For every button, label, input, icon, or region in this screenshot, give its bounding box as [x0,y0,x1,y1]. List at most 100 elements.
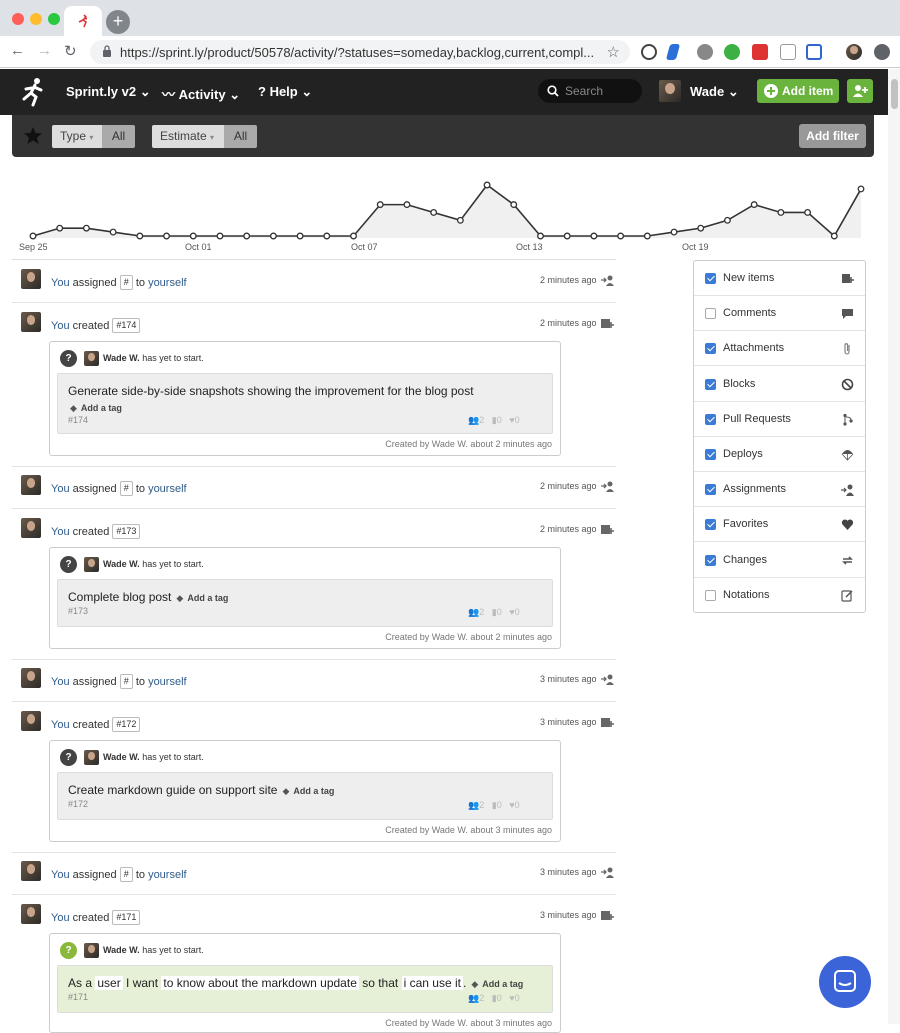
chart-point[interactable] [724,216,731,224]
search-input[interactable]: Search [538,79,642,103]
extension-info-icon[interactable] [641,44,657,60]
owner-avatar[interactable] [84,943,99,958]
item-card[interactable]: ? Wade W. has yet to start. As a user I … [49,933,561,1033]
chart-point[interactable] [163,232,170,240]
item-number-link[interactable]: # [119,481,133,496]
item-body[interactable]: Generate side-by-side snapshots showing … [57,373,553,434]
item-card[interactable]: ? Wade W. has yet to start. Create markd… [49,740,561,842]
sprintly-runner-logo-icon[interactable] [20,77,48,107]
chart-point[interactable] [350,232,357,240]
item-title[interactable]: Complete blog post ◆ Add a tag [68,590,228,604]
actor-link[interactable]: You [51,912,70,924]
scrollbar-thumb[interactable] [891,79,898,109]
minimize-window-button[interactable] [30,13,42,25]
actor-avatar[interactable] [21,668,41,688]
filter-checkbox[interactable] [705,378,716,390]
actor-link[interactable]: You [51,483,70,495]
add-filter-button[interactable]: Add filter [799,124,866,148]
chart-point[interactable] [56,224,64,232]
add-member-button[interactable] [847,79,873,103]
chart-point[interactable] [296,232,304,240]
chart-point[interactable] [323,232,331,240]
target-link[interactable]: yourself [148,483,187,495]
type-filter-dropdown[interactable]: Type ▾ [52,125,102,148]
forward-arrow-icon[interactable]: → [37,42,52,59]
owner-avatar[interactable] [84,557,99,572]
chart-point[interactable] [777,209,785,216]
actor-avatar[interactable] [21,269,41,289]
chart-point[interactable] [670,228,678,236]
actor-link[interactable]: You [51,676,70,688]
owner-name[interactable]: Wade W. [103,752,140,762]
owner-avatar[interactable] [84,351,99,366]
extension-mute-icon[interactable] [780,44,796,60]
help-menu[interactable]: ? Help ⌄ [258,84,312,100]
estimate-filter-value[interactable]: All [224,125,257,148]
extension-red-icon[interactable] [752,44,768,60]
chart-point[interactable] [804,209,812,216]
item-number-link[interactable]: #172 [112,717,141,732]
chart-point[interactable] [430,209,438,216]
chart-point[interactable] [483,181,491,189]
actor-link[interactable]: You [51,869,70,881]
chart-point[interactable] [857,185,865,193]
chart-point[interactable] [750,201,758,209]
actor-avatar[interactable] [21,475,41,495]
item-number-link[interactable]: # [119,275,133,290]
user-story-title[interactable]: As a user I want to know about the markd… [68,976,523,990]
chart-point[interactable] [510,201,518,209]
product-menu[interactable]: Sprint.ly v2 ⌄ [66,84,151,100]
filter-item-comments[interactable]: Comments [694,296,865,332]
actor-link[interactable]: You [51,277,70,289]
actor-link[interactable]: You [51,526,70,538]
add-tag-button[interactable]: Add a tag [293,786,334,796]
filter-checkbox[interactable] [705,484,716,496]
actor-avatar[interactable] [21,904,41,924]
actor-link[interactable]: You [51,320,70,332]
item-number-link[interactable]: #171 [112,910,141,925]
target-link[interactable]: yourself [148,277,187,289]
owner-name[interactable]: Wade W. [103,559,140,569]
chart-point[interactable] [537,232,544,240]
chart-point[interactable] [617,232,625,240]
close-window-button[interactable] [12,13,24,25]
chart-point[interactable] [189,232,197,240]
actor-avatar[interactable] [21,861,41,881]
chart-point[interactable] [243,232,251,240]
bookmark-star-icon[interactable]: ☆ [607,43,620,61]
filter-item-pull-requests[interactable]: Pull Requests [694,402,865,437]
filter-checkbox[interactable] [705,519,716,531]
item-title[interactable]: Create markdown guide on support site ◆ Ad… [68,783,334,797]
chart-point[interactable] [269,232,277,240]
browser-tab-sprintly[interactable] [64,6,102,36]
item-number-link[interactable]: #173 [112,524,141,539]
chart-point[interactable] [376,201,384,209]
extension-grammarly-icon[interactable] [724,44,740,60]
new-tab-button[interactable]: + [106,10,130,34]
chart-point[interactable] [216,232,224,240]
filter-checkbox[interactable] [705,589,716,601]
filter-item-notations[interactable]: Notations [694,578,865,613]
owner-name[interactable]: Wade W. [103,945,140,955]
reload-icon[interactable]: ↻ [64,42,77,60]
page-scrollbar[interactable] [888,69,900,1024]
chart-point[interactable] [830,232,838,240]
add-tag-button[interactable]: Add a tag [482,979,523,989]
filter-item-favorites[interactable]: Favorites [694,507,865,543]
actor-avatar[interactable] [21,518,41,538]
item-card[interactable]: ? Wade W. has yet to start. Generate sid… [49,341,561,456]
owner-avatar[interactable] [84,750,99,765]
target-link[interactable]: yourself [148,676,187,688]
maximize-window-button[interactable] [48,13,60,25]
owner-name[interactable]: Wade W. [103,353,140,363]
item-number-link[interactable]: # [119,674,133,689]
item-body[interactable]: Create markdown guide on support site ◆ Ad… [57,772,553,820]
extension-pin-icon[interactable] [665,44,681,60]
filter-item-attachments[interactable]: Attachments [694,331,865,367]
actor-link[interactable]: You [51,719,70,731]
filter-item-assignments[interactable]: Assignments [694,472,865,508]
chart-point[interactable] [82,224,90,232]
actor-avatar[interactable] [21,711,41,731]
filter-checkbox[interactable] [705,343,716,355]
chart-point[interactable] [563,232,571,240]
